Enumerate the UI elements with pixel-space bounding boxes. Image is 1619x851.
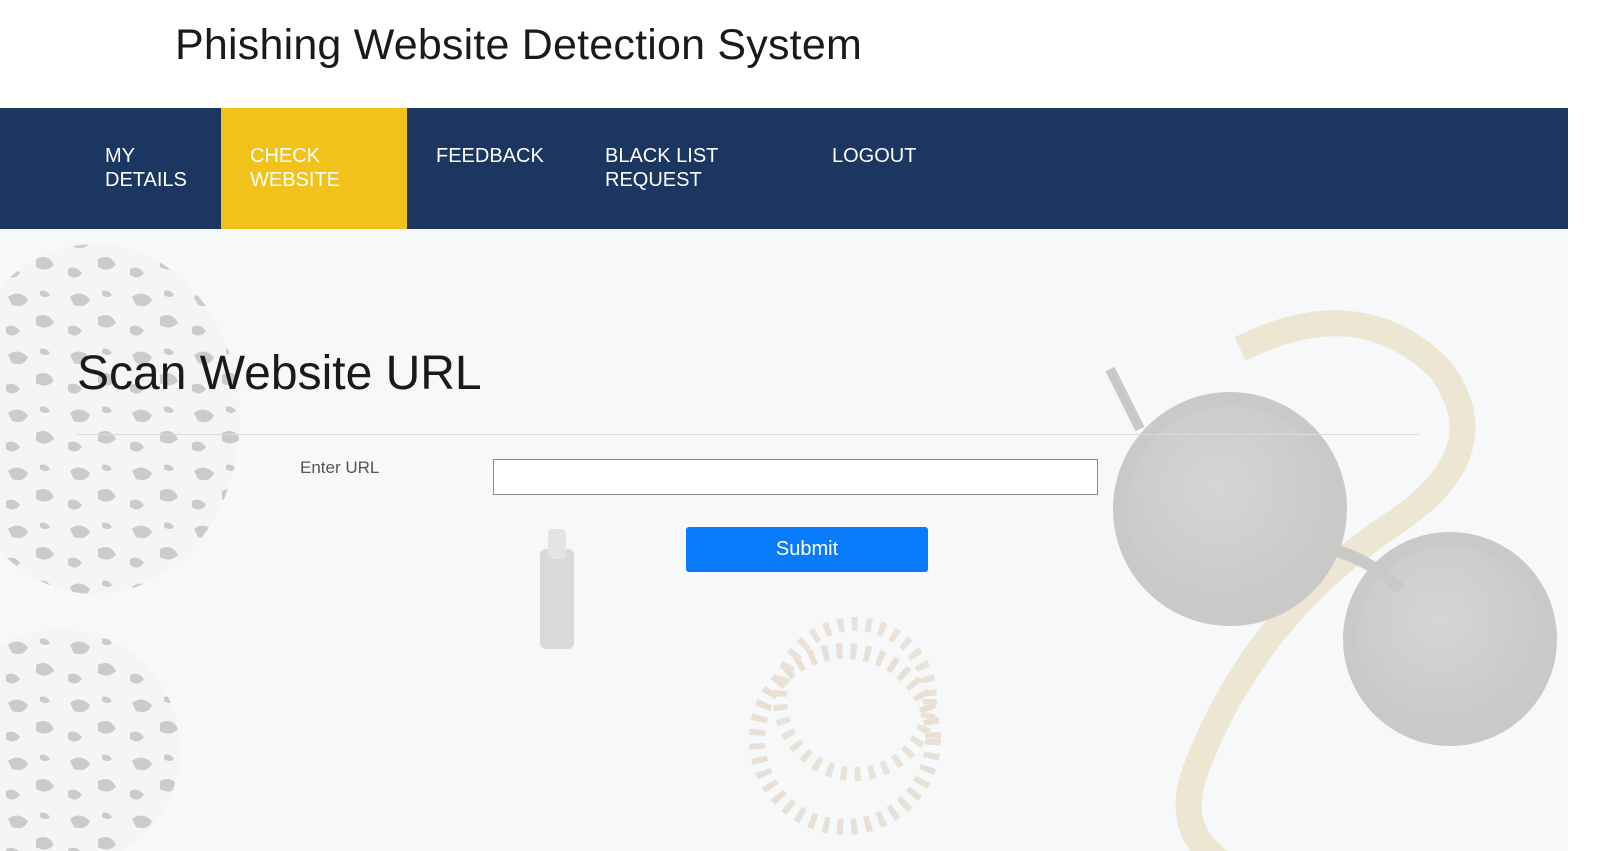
nav-item-label: WEBSITE [250, 169, 341, 191]
site-header: Phishing Website Detection System [0, 0, 1619, 108]
nav-item-my-details[interactable]: MY DETAILS [78, 108, 221, 229]
nav-item-label: LOGOUT [832, 145, 917, 167]
main-content: Scan Website URL Enter URL Submit [0, 229, 1568, 851]
submit-button[interactable]: Submit [686, 527, 928, 572]
nav-item-feedback[interactable]: FEEDBACK [407, 108, 577, 229]
nav-item-black-list-request[interactable]: BLACK LIST REQUEST [577, 108, 803, 229]
nav-item-label: DETAILS [105, 169, 187, 191]
page-title: Scan Website URL [77, 347, 482, 400]
nav-item-label: MY [105, 145, 135, 167]
nav-item-label: FEEDBACK [436, 145, 544, 167]
divider [77, 434, 1419, 435]
main-navbar: MY DETAILS CHECK WEBSITE FEEDBACK BLACK … [0, 108, 1568, 229]
page-gutter [1568, 0, 1619, 851]
nav-item-check-website[interactable]: CHECK WEBSITE [221, 108, 407, 229]
nav-item-logout[interactable]: LOGOUT [803, 108, 963, 229]
site-title: Phishing Website Detection System [175, 21, 862, 69]
nav-item-label: BLACK LIST [605, 145, 719, 167]
nav-item-label: CHECK [250, 145, 321, 167]
url-label: Enter URL [300, 458, 380, 477]
url-input[interactable] [493, 459, 1098, 495]
nav-item-label: REQUEST [605, 169, 702, 191]
